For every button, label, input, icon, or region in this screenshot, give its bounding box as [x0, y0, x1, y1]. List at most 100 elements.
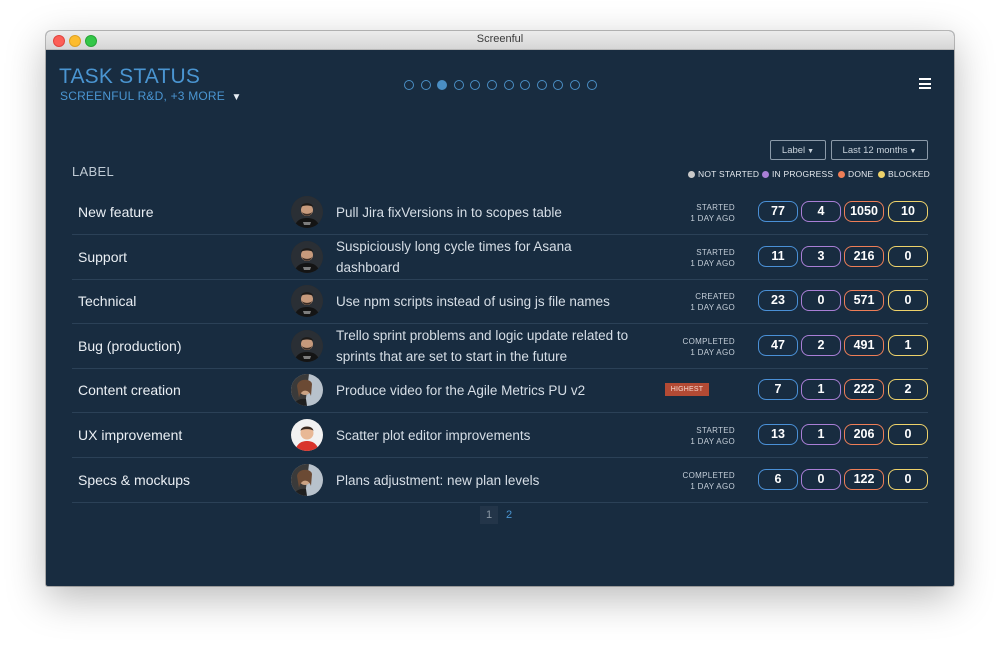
- avatar: [291, 419, 323, 451]
- count-done[interactable]: 216: [844, 245, 884, 267]
- count-in-progress[interactable]: 4: [801, 201, 841, 222]
- row-label[interactable]: UX improvement: [78, 413, 182, 458]
- count-done[interactable]: 222: [844, 379, 884, 401]
- status-time: 1 DAY AGO: [690, 437, 735, 446]
- count-not-started[interactable]: 77: [758, 201, 798, 222]
- task-title[interactable]: Pull Jira fixVersions in to scopes table: [336, 190, 636, 235]
- task-title[interactable]: Trello sprint problems and logic update …: [336, 324, 636, 369]
- row-label[interactable]: Technical: [78, 279, 136, 324]
- avatar: [291, 285, 323, 318]
- count-in-progress[interactable]: 3: [801, 245, 841, 267]
- count-done[interactable]: 1050: [844, 201, 884, 222]
- task-title[interactable]: Suspiciously long cycle times for Asana …: [336, 235, 636, 280]
- count-in-progress[interactable]: 0: [801, 468, 841, 490]
- row-divider: [72, 501, 928, 503]
- legend-swatch: [878, 171, 885, 178]
- pager-dot[interactable]: [553, 80, 564, 90]
- page-button-1[interactable]: 1: [480, 506, 498, 524]
- count-done[interactable]: 491: [844, 334, 884, 356]
- count-in-progress[interactable]: 1: [801, 424, 841, 445]
- legend-swatch: [838, 171, 845, 178]
- table-row[interactable]: New feature Pull Jira fixVersions in to s…: [72, 190, 928, 235]
- count-not-started[interactable]: 11: [758, 245, 798, 267]
- task-status: STARTED 1 DAY AGO: [647, 425, 735, 447]
- avatar: [291, 374, 323, 407]
- count-blocked[interactable]: 0: [888, 245, 928, 267]
- pager-dot[interactable]: [487, 80, 497, 90]
- task-status: COMPLETED 1 DAY AGO: [647, 336, 735, 358]
- table-row[interactable]: Bug (production) Trello sprint problems a…: [72, 324, 928, 369]
- pager-dot[interactable]: [404, 80, 414, 90]
- row-label[interactable]: New feature: [78, 190, 153, 235]
- count-not-started[interactable]: 7: [758, 379, 798, 401]
- table-row[interactable]: Content creation Produce video for the Ag…: [72, 368, 928, 414]
- legend-swatch: [688, 171, 695, 178]
- status-time: 1 DAY AGO: [690, 303, 735, 313]
- task-status: STARTED 1 DAY AGO: [647, 247, 735, 269]
- task-title[interactable]: Scatter plot editor improvements: [336, 413, 636, 458]
- task-title-text: Suspiciously long cycle times for Asana …: [336, 239, 572, 276]
- row-label[interactable]: Specs & mockups: [78, 458, 190, 503]
- pager-dot[interactable]: [453, 80, 464, 90]
- pager-dot[interactable]: [420, 80, 431, 90]
- table-row[interactable]: Technical Use npm scripts instead of usin…: [72, 279, 928, 325]
- count-done[interactable]: 206: [844, 424, 884, 445]
- row-label[interactable]: Bug (production): [78, 324, 182, 369]
- count-in-progress[interactable]: 2: [801, 334, 841, 356]
- row-label[interactable]: Support: [78, 235, 127, 280]
- page-button-2[interactable]: 2: [502, 506, 516, 524]
- row-label[interactable]: Content creation: [78, 368, 181, 413]
- count-blocked[interactable]: 0: [888, 290, 928, 312]
- status-state: COMPLETED: [682, 336, 735, 346]
- project-filter-label: SCREENFUL R&D, +3 MORE: [60, 89, 225, 103]
- project-filter-link[interactable]: SCREENFUL R&D, +3 MORE ▼: [60, 89, 242, 103]
- window-title: Screenful: [476, 33, 524, 45]
- count-blocked[interactable]: 0: [888, 468, 928, 490]
- task-title[interactable]: Produce video for the Agile Metrics PU v…: [336, 368, 636, 413]
- period-dropdown-value: Last 12 months: [842, 145, 908, 156]
- count-blocked[interactable]: 1: [888, 334, 928, 356]
- count-done[interactable]: 571: [844, 290, 884, 312]
- status-time: 1 DAY AGO: [690, 347, 735, 357]
- count-blocked[interactable]: 2: [888, 379, 928, 401]
- status-time: 1 DAY AGO: [690, 258, 735, 268]
- pager-dot[interactable]: [586, 80, 597, 90]
- table-row[interactable]: Specs & mockups Plans adjustment: new pla…: [72, 458, 928, 503]
- task-status: COMPLETED 1 DAY AGO: [647, 470, 735, 492]
- legend-item-not-started: NOT STARTED: [688, 169, 759, 179]
- caret-down-icon: ▼: [909, 148, 917, 155]
- task-title-text: Plans adjustment: new plan levels: [336, 472, 540, 488]
- count-blocked[interactable]: 10: [888, 201, 928, 222]
- count-blocked[interactable]: 0: [888, 424, 928, 445]
- avatar: [291, 463, 323, 496]
- label-dropdown[interactable]: Label ▼: [770, 140, 826, 160]
- task-title-text: Produce video for the Agile Metrics PU v…: [336, 383, 586, 399]
- task-title-text: Scatter plot editor improvements: [336, 428, 531, 443]
- pager-dot[interactable]: [503, 80, 514, 90]
- page-title: TASK STATUS: [59, 65, 201, 88]
- legend-item-blocked: BLOCKED: [878, 169, 930, 179]
- table-row[interactable]: UX improvement Scatter plot editor improv…: [72, 413, 928, 458]
- avatar: [291, 240, 323, 273]
- count-in-progress[interactable]: 1: [801, 379, 841, 401]
- task-title[interactable]: Use npm scripts instead of using js file…: [336, 279, 636, 324]
- table-row[interactable]: Support Suspiciously long cycle times for…: [72, 235, 928, 280]
- legend-label: BLOCKED: [888, 169, 931, 179]
- pager-dot[interactable]: [536, 80, 547, 90]
- count-not-started[interactable]: 23: [758, 290, 798, 312]
- task-title[interactable]: Plans adjustment: new plan levels: [336, 458, 636, 503]
- caret-down-icon: ▼: [807, 148, 815, 155]
- count-not-started[interactable]: 47: [758, 334, 798, 356]
- legend-label: IN PROGRESS: [772, 169, 834, 179]
- period-dropdown[interactable]: Last 12 months ▼: [831, 140, 928, 160]
- pager-dot[interactable]: [570, 80, 580, 90]
- pager-dot[interactable]: [470, 80, 481, 90]
- count-done[interactable]: 122: [844, 468, 884, 490]
- pager-dot[interactable]: [437, 80, 448, 90]
- task-status: CREATED 1 DAY AGO: [647, 291, 735, 313]
- count-not-started[interactable]: 13: [758, 424, 798, 445]
- pager-dot[interactable]: [520, 80, 531, 90]
- count-in-progress[interactable]: 0: [801, 290, 841, 312]
- hamburger-menu-icon[interactable]: [919, 78, 931, 89]
- count-not-started[interactable]: 6: [758, 468, 798, 490]
